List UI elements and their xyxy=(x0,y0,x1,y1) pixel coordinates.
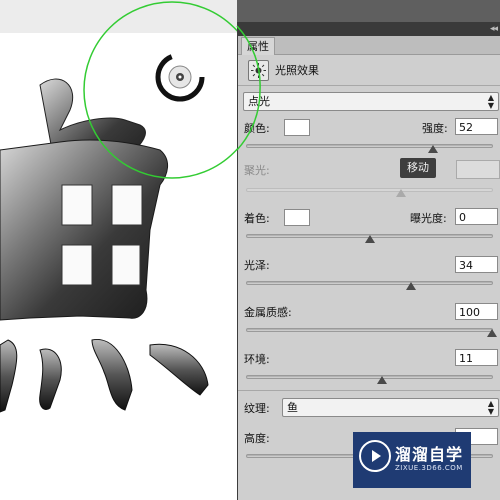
chevron-updown-icon: ▲ ▼ xyxy=(487,93,494,110)
colorize-swatch[interactable] xyxy=(284,209,310,226)
height-label: 高度: xyxy=(244,432,270,445)
watermark-badge: 溜溜自学 ZIXUE.3D66.COM xyxy=(353,432,471,488)
watermark-name: 溜溜自学 xyxy=(395,445,464,464)
color-label: 颜色: xyxy=(244,122,270,135)
texture-value: 鱼 xyxy=(287,401,298,414)
hotspot-slider xyxy=(246,188,493,197)
intensity-input[interactable]: 52 xyxy=(455,118,498,135)
colorize-label: 着色: xyxy=(244,212,270,225)
gloss-label: 光泽: xyxy=(244,259,270,272)
ambience-slider-thumb[interactable] xyxy=(376,376,387,384)
panel-header-bar: ◂◂ xyxy=(238,22,500,36)
properties-panel: ◂◂ 属性 光照效果 点光 ▲ ▼ 颜色: 强度: 52 聚光: 着色: 曝光度… xyxy=(237,22,500,500)
exposure-slider-thumb[interactable] xyxy=(364,235,375,243)
ambience-input[interactable]: 11 xyxy=(455,349,498,366)
document-canvas[interactable] xyxy=(0,0,237,500)
hotspot-input xyxy=(456,160,500,179)
exposure-label: 曝光度: xyxy=(410,212,447,225)
light-type-select[interactable]: 点光 ▲ ▼ xyxy=(243,92,499,111)
collapse-icon[interactable]: ◂◂ xyxy=(490,24,498,34)
play-logo-icon xyxy=(359,440,391,472)
section-divider xyxy=(238,390,500,391)
exposure-slider[interactable] xyxy=(246,234,493,243)
gloss-slider[interactable] xyxy=(246,281,493,290)
tab-properties[interactable]: 属性 xyxy=(241,37,275,55)
metallic-slider-thumb[interactable] xyxy=(487,329,497,337)
panel-tab-row: 属性 xyxy=(238,36,500,55)
light-color-swatch[interactable] xyxy=(284,119,310,136)
metallic-input[interactable]: 100 xyxy=(455,303,498,320)
metallic-label: 金属质感: xyxy=(244,306,292,319)
metallic-slider[interactable] xyxy=(246,328,497,337)
gloss-slider-thumb[interactable] xyxy=(406,282,417,290)
ambience-slider[interactable] xyxy=(246,375,493,384)
move-tooltip: 移动 xyxy=(400,158,436,178)
gloss-input[interactable]: 34 xyxy=(455,256,498,273)
texture-select[interactable]: 鱼 ▲ ▼ xyxy=(282,398,499,417)
hotspot-label: 聚光: xyxy=(244,164,270,177)
intensity-slider[interactable] xyxy=(246,144,493,153)
intensity-label: 强度: xyxy=(422,122,448,135)
exposure-input[interactable]: 0 xyxy=(455,208,498,225)
light-bulb-icon xyxy=(248,60,269,81)
watermark-url: ZIXUE.3D66.COM xyxy=(395,464,463,472)
light-type-value: 点光 xyxy=(248,95,270,108)
intensity-slider-thumb[interactable] xyxy=(428,145,439,153)
embossed-glyph-artwork xyxy=(0,1,237,413)
ambience-label: 环境: xyxy=(244,353,270,366)
texture-label: 纹理: xyxy=(244,402,270,415)
effect-title-row: 光照效果 xyxy=(238,55,500,86)
effect-title: 光照效果 xyxy=(275,64,319,77)
chevron-updown-icon: ▲ ▼ xyxy=(487,399,494,416)
hotspot-slider-thumb xyxy=(396,189,407,197)
